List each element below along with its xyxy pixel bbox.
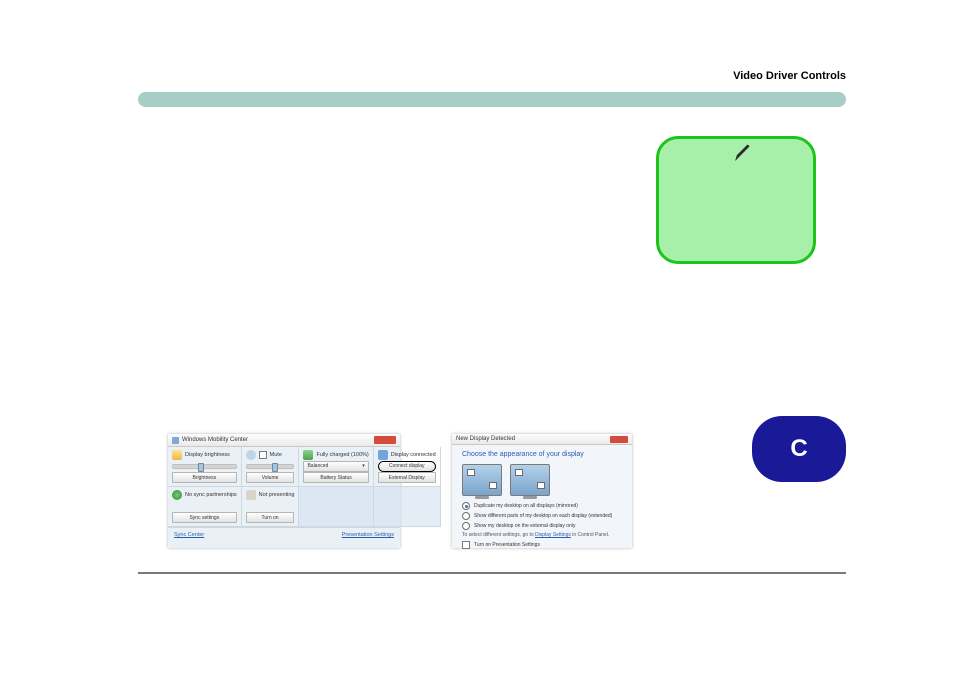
app-icon	[172, 437, 179, 444]
chevron-down-icon: ▾	[362, 463, 365, 469]
chapter-badge: C	[752, 416, 846, 482]
close-icon[interactable]	[610, 436, 628, 443]
brightness-button[interactable]: Brightness	[172, 472, 237, 483]
display-settings-link[interactable]: Display Settings	[535, 532, 571, 538]
dialog-heading: Choose the appearance of your display	[462, 451, 622, 458]
monitor-preview-row	[462, 464, 622, 496]
body-text: Besides the built-in LCD, you can also u…	[138, 145, 630, 355]
window-titlebar: Windows Mobility Center	[168, 434, 400, 447]
tile-volume: Mute Volume	[242, 447, 300, 487]
window-titlebar: New Display Detected	[452, 434, 632, 445]
body-step-3: 3. For Intel you may click the Windows M…	[138, 294, 630, 343]
radio-icon	[462, 522, 470, 530]
tile-battery: Fully charged (100%) Balanced▾ Battery S…	[299, 447, 373, 487]
tile-label: Fully charged (100%)	[316, 452, 368, 458]
turn-on-presentation[interactable]: Turn on Presentation Settings	[462, 541, 622, 549]
tile-empty	[299, 487, 373, 527]
volume-button[interactable]: Volume	[246, 472, 295, 483]
battery-icon	[303, 450, 313, 460]
body-step-2: 2. Go to the NVIDIA Control Panel (see p…	[138, 250, 630, 282]
tile-presentation: Not presenting Turn on	[242, 487, 300, 527]
close-icon[interactable]	[374, 436, 396, 444]
checkbox-icon	[462, 541, 470, 549]
battery-button[interactable]: Battery Status	[303, 472, 368, 483]
window-title: New Display Detected	[456, 434, 515, 444]
option-extended[interactable]: Show different parts of my desktop on ea…	[462, 512, 622, 520]
page-number: C - 7	[822, 578, 846, 590]
option-external-only[interactable]: Show my desktop on the external display …	[462, 522, 622, 530]
speaker-icon	[246, 450, 256, 460]
radio-icon	[462, 502, 470, 510]
window-footer: Sync Center Presentation Settings	[168, 527, 400, 542]
note-title: Function Key Combination	[671, 163, 801, 173]
figure-caption: Figure C - 2 - Windows Mobility Center &…	[138, 556, 420, 567]
sync-icon	[172, 490, 182, 500]
volume-slider[interactable]	[246, 464, 295, 469]
tile-brightness: Display brightness Brightness	[168, 447, 242, 487]
thumbnail-new-display: New Display Detected Choose the appearan…	[452, 434, 632, 548]
thumbnail-mobility-center: Windows Mobility Center Display brightne…	[168, 434, 400, 548]
body-paragraph: Besides the built-in LCD, you can also u…	[138, 145, 630, 210]
body-step-1: 1. Attach your external display to the e…	[138, 222, 630, 238]
power-plan-dropdown[interactable]: Balanced▾	[303, 461, 368, 472]
tile-label: No sync partnerships	[185, 492, 237, 498]
tiles-grid: Display brightness Brightness Mute Volum…	[168, 447, 400, 527]
tile-label: Display brightness	[185, 452, 230, 458]
tile-external-display: Display connected Connect display Extern…	[374, 447, 441, 487]
footer-divider	[138, 572, 846, 574]
pen-icon	[733, 143, 751, 163]
monitor-icon	[378, 450, 388, 460]
sync-settings-button[interactable]: Sync settings	[172, 512, 237, 523]
dialog-hint: To select different settings, go to Disp…	[462, 532, 622, 538]
tile-sync: No sync partnerships Sync settings	[168, 487, 242, 527]
note-text: You can use the Fn + F7 key combination …	[671, 179, 801, 231]
tile-label: Not presenting	[259, 492, 295, 498]
brightness-slider[interactable]	[172, 464, 237, 469]
external-display-button[interactable]: External Display	[378, 472, 436, 483]
projector-icon	[246, 490, 256, 500]
brightness-icon	[172, 450, 182, 460]
window-title: Windows Mobility Center	[182, 434, 248, 446]
radio-icon	[462, 512, 470, 520]
monitor-preview-1[interactable]	[462, 464, 502, 496]
connect-display-button[interactable]: Connect display	[378, 461, 436, 472]
tile-label: Display connected	[391, 452, 436, 458]
note-box: Function Key Combination You can use the…	[656, 136, 816, 264]
page-title: Attaching Other Displays	[138, 105, 413, 131]
section-header: Video Driver Controls	[733, 70, 846, 82]
option-mirrored[interactable]: Duplicate my desktop on all displays (mi…	[462, 502, 622, 510]
mute-checkbox[interactable]: Mute	[259, 451, 282, 459]
tile-empty	[374, 487, 441, 527]
presentation-settings-link[interactable]: Presentation Settings	[342, 532, 394, 538]
monitor-preview-2[interactable]	[510, 464, 550, 496]
sync-center-link[interactable]: Sync Center	[174, 532, 204, 538]
chapter-badge-text: C	[790, 435, 807, 463]
turn-on-button[interactable]: Turn on	[246, 512, 295, 523]
